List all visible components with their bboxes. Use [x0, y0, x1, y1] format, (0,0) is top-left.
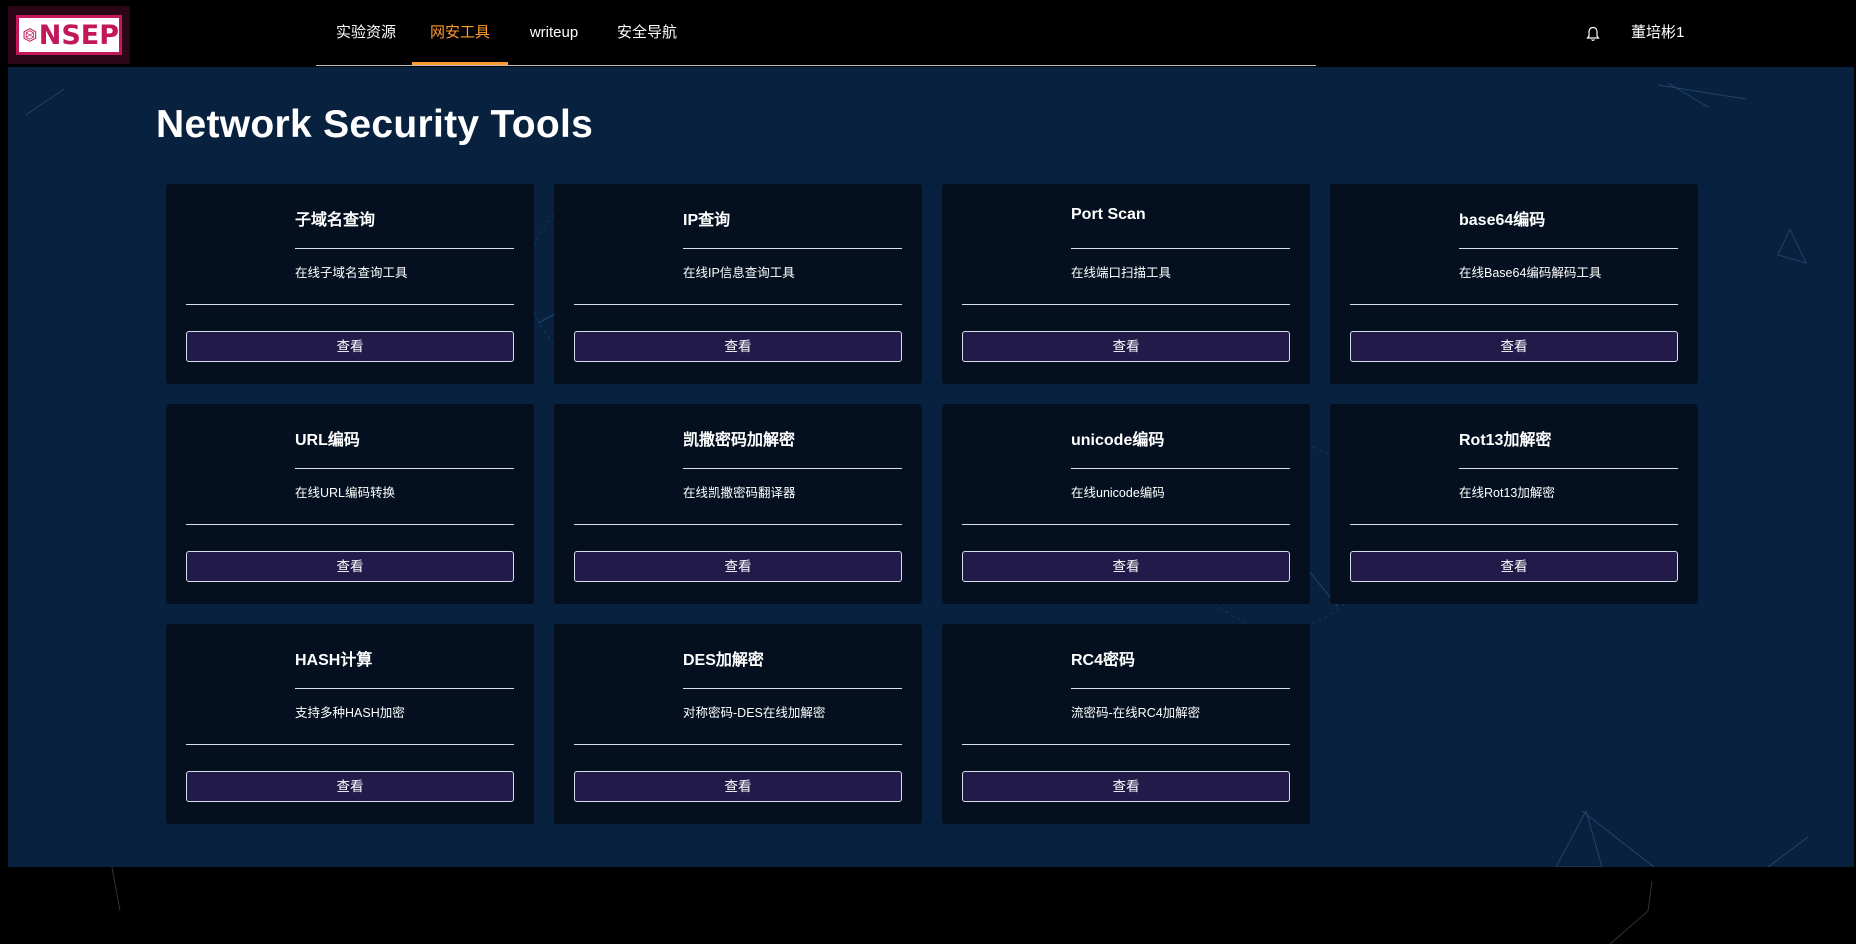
card-description: 在线URL编码转换	[295, 486, 396, 500]
card-description: 在线Base64编码解码工具	[1459, 266, 1602, 280]
card-description: 在线unicode编码	[1071, 486, 1165, 500]
logo-cube-icon	[23, 28, 37, 42]
view-button[interactable]: 查看	[186, 331, 514, 362]
card-description: 支持多种HASH加密	[295, 706, 405, 720]
card-title: IP查询	[683, 212, 731, 229]
card-description: 对称密码-DES在线加解密	[683, 706, 826, 720]
view-button[interactable]: 查看	[962, 771, 1290, 802]
card-title: unicode编码	[1071, 432, 1165, 449]
card-divider	[574, 524, 902, 525]
tool-card-port-scan: Port Scan 在线端口扫描工具 查看	[942, 184, 1310, 384]
card-divider	[1071, 688, 1290, 689]
card-divider	[295, 468, 514, 469]
card-divider	[574, 304, 902, 305]
card-divider	[1350, 304, 1678, 305]
view-button[interactable]: 查看	[574, 331, 902, 362]
card-title: URL编码	[295, 432, 360, 449]
card-title: HASH计算	[295, 652, 373, 669]
view-button[interactable]: 查看	[186, 771, 514, 802]
card-divider	[1071, 468, 1290, 469]
card-divider	[962, 304, 1290, 305]
card-title: Port Scan	[1071, 206, 1146, 223]
card-title: Rot13加解密	[1459, 432, 1552, 449]
card-divider	[1071, 248, 1290, 249]
tool-card-ip-lookup: IP查询 在线IP信息查询工具 查看	[554, 184, 922, 384]
card-divider	[1459, 468, 1678, 469]
tool-card-des: DES加解密 对称密码-DES在线加解密 查看	[554, 624, 922, 824]
logo-badge: NSEP	[16, 15, 122, 55]
card-title: RC4密码	[1071, 652, 1136, 669]
top-header: NSEP 实验资源 网安工具 writeup 安全导航 董培彬1	[0, 0, 1856, 66]
nav-item-lab-resources[interactable]: 实验资源	[335, 0, 397, 64]
view-button[interactable]: 查看	[1350, 331, 1678, 362]
page-title: Network Security Tools	[156, 103, 594, 146]
tool-card-hash: HASH计算 支持多种HASH加密 查看	[166, 624, 534, 824]
site-logo[interactable]: NSEP	[8, 6, 130, 64]
card-divider	[683, 688, 902, 689]
card-description: 在线端口扫描工具	[1071, 266, 1172, 280]
card-title: base64编码	[1459, 212, 1546, 229]
view-button[interactable]: 查看	[1350, 551, 1678, 582]
footer-decoration	[111, 867, 1653, 944]
card-divider	[574, 744, 902, 745]
tool-card-unicode: unicode编码 在线unicode编码 查看	[942, 404, 1310, 604]
card-description: 在线凯撒密码翻译器	[683, 486, 796, 500]
page: NSEP 实验资源 网安工具 writeup 安全导航 董培彬1 Network…	[0, 0, 1856, 944]
card-divider	[186, 304, 514, 305]
nav-item-security-nav[interactable]: 安全导航	[616, 0, 678, 64]
card-title: 子域名查询	[295, 212, 376, 229]
logo-text: NSEP	[38, 19, 119, 51]
tools-panel: Network Security Tools 子域名查询 在线子域名查询工具 查…	[8, 67, 1854, 867]
tool-card-url-encode: URL编码 在线URL编码转换 查看	[166, 404, 534, 604]
card-title: 凯撒密码加解密	[683, 432, 796, 449]
card-divider	[295, 248, 514, 249]
user-name[interactable]: 董培彬1	[1631, 21, 1684, 42]
card-divider	[683, 468, 902, 469]
bell-icon[interactable]	[1586, 26, 1600, 42]
main-nav: 实验资源 网安工具 writeup 安全导航	[316, 0, 1316, 66]
view-button[interactable]: 查看	[962, 551, 1290, 582]
view-button[interactable]: 查看	[574, 771, 902, 802]
nav-item-writeup[interactable]: writeup	[526, 0, 582, 64]
card-divider	[1459, 248, 1678, 249]
nav-item-security-tools[interactable]: 网安工具	[412, 0, 508, 65]
view-button[interactable]: 查看	[186, 551, 514, 582]
card-divider	[186, 744, 514, 745]
card-divider	[186, 524, 514, 525]
card-title: DES加解密	[683, 652, 764, 669]
card-description: 在线IP信息查询工具	[683, 266, 795, 280]
card-divider	[1350, 524, 1678, 525]
view-button[interactable]: 查看	[574, 551, 902, 582]
tool-card-subdomain: 子域名查询 在线子域名查询工具 查看	[166, 184, 534, 384]
tool-card-caesar: 凯撒密码加解密 在线凯撒密码翻译器 查看	[554, 404, 922, 604]
card-description: 在线Rot13加解密	[1459, 486, 1555, 500]
tool-card-rc4: RC4密码 流密码-在线RC4加解密 查看	[942, 624, 1310, 824]
card-divider	[295, 688, 514, 689]
card-divider	[962, 744, 1290, 745]
tool-card-rot13: Rot13加解密 在线Rot13加解密 查看	[1330, 404, 1698, 604]
view-button[interactable]: 查看	[962, 331, 1290, 362]
card-description: 流密码-在线RC4加解密	[1071, 706, 1201, 720]
card-divider	[962, 524, 1290, 525]
card-divider	[683, 248, 902, 249]
tool-card-base64: base64编码 在线Base64编码解码工具 查看	[1330, 184, 1698, 384]
card-description: 在线子域名查询工具	[295, 266, 408, 280]
